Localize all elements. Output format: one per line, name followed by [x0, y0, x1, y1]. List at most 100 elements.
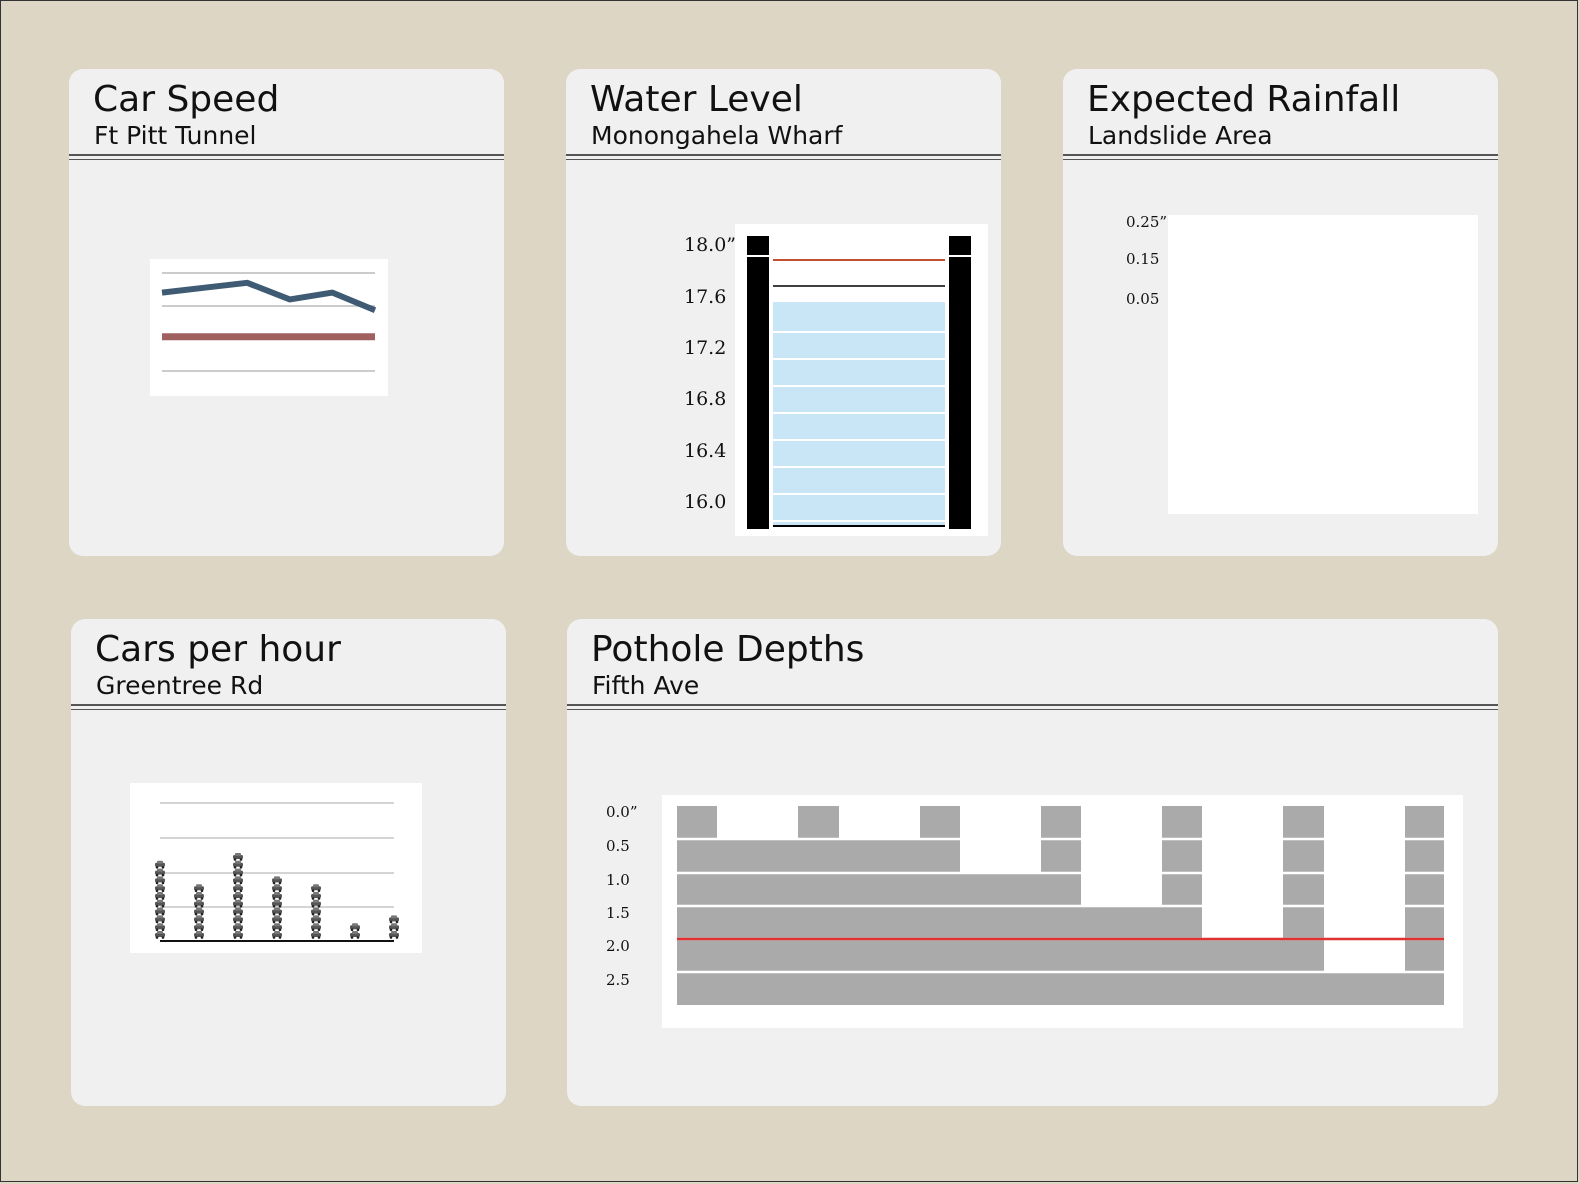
car-icon-roof — [274, 923, 280, 927]
title-rule — [71, 704, 506, 710]
car-wheel — [311, 889, 315, 892]
car-wheel — [317, 905, 321, 908]
car-icon-roof — [352, 923, 358, 927]
y-tick-label: 18.0” — [684, 234, 737, 256]
car-wheel — [239, 920, 243, 924]
car-icon-roof — [157, 868, 163, 872]
car-wheel — [272, 920, 276, 924]
car-wheel — [272, 928, 276, 931]
car-wheel — [272, 897, 276, 900]
car-icon-roof — [391, 931, 397, 934]
car-wheel — [161, 920, 165, 924]
car-wheel — [356, 928, 360, 931]
car-icon-roof — [313, 915, 319, 919]
car-wheel — [194, 897, 198, 900]
car-wheel — [389, 920, 393, 924]
car-wheel — [272, 912, 276, 916]
car-icon-roof — [235, 884, 241, 888]
car-wheel — [239, 905, 243, 908]
y-tick-label: 2.0 — [606, 937, 630, 955]
car-wheel — [278, 881, 282, 885]
car-icon-roof — [235, 931, 241, 934]
car-wheel — [155, 920, 159, 924]
car-stack-bar — [233, 853, 243, 939]
car-icon-roof — [235, 899, 241, 903]
cars-per-hour-chart — [155, 802, 399, 942]
car-icon-roof — [274, 899, 280, 903]
car-icon-roof — [157, 923, 163, 927]
y-tick-label: 17.2 — [684, 337, 727, 359]
car-stack-bar — [389, 915, 399, 939]
title-rule — [1063, 154, 1498, 160]
water-level-plot — [735, 224, 988, 536]
car-wheel — [155, 912, 159, 916]
car-icon-roof — [391, 915, 397, 919]
car-icon-roof — [235, 923, 241, 927]
cars-per-hour-plot — [130, 783, 422, 953]
car-icon-roof — [313, 884, 319, 888]
car-wheel — [233, 897, 237, 900]
car-speed-card: Car Speed Ft Pitt Tunnel — [69, 69, 504, 556]
y-tick-label: 0.15 — [1126, 250, 1160, 268]
car-wheel — [233, 905, 237, 908]
car-wheel — [239, 881, 243, 885]
car-wheel — [155, 897, 159, 900]
card-title: Expected Rainfall — [1087, 79, 1401, 120]
car-icon-roof — [235, 853, 241, 856]
y-tick-label: 0.0” — [606, 803, 638, 821]
car-wheel — [200, 936, 204, 939]
car-icon-roof — [196, 892, 202, 895]
title-rule — [566, 154, 1001, 160]
pothole-chart — [677, 806, 1444, 1005]
car-wheel — [155, 928, 159, 931]
card-subtitle: Monongahela Wharf — [591, 121, 843, 150]
car-icon-roof — [235, 860, 241, 864]
car-icon-roof — [274, 884, 280, 888]
car-icon-roof — [274, 931, 280, 934]
car-wheel — [350, 928, 354, 931]
car-wheel — [311, 897, 315, 900]
car-wheel — [395, 928, 399, 931]
car-icon-roof — [196, 915, 202, 919]
car-icon-roof — [157, 931, 163, 934]
car-wheel — [317, 912, 321, 916]
car-icon-roof — [157, 899, 163, 903]
y-tick-label: 0.25” — [1126, 213, 1168, 231]
y-tick-label: 1.0 — [606, 871, 630, 889]
car-icon-roof — [157, 907, 163, 911]
car-wheel — [239, 897, 243, 900]
car-wheel — [200, 889, 204, 892]
car-icon-roof — [313, 923, 319, 927]
water-level-chart — [747, 236, 971, 529]
car-wheel — [278, 912, 282, 916]
car-wheel — [395, 920, 399, 924]
car-icon-roof — [235, 907, 241, 911]
card-subtitle: Greentree Rd — [96, 671, 264, 700]
car-wheel — [161, 905, 165, 908]
car-icon-roof — [196, 899, 202, 903]
car-wheel — [155, 905, 159, 908]
car-icon-roof — [157, 884, 163, 888]
water-level-card: Water Level Monongahela Wharf 18.0” 17.6 1… — [566, 69, 1001, 556]
pothole-card: Pothole Depths Fifth Ave 0.0” 0.5 1.0 1.5 2.… — [567, 619, 1498, 1106]
car-icon-roof — [313, 907, 319, 911]
car-icon-roof — [196, 931, 202, 934]
car-wheel — [278, 928, 282, 931]
car-icon-roof — [157, 860, 163, 864]
car-wheel — [239, 889, 243, 892]
car-icon-roof — [313, 931, 319, 934]
car-wheel — [155, 936, 159, 939]
car-wheel — [278, 936, 282, 939]
cars-per-hour-card: Cars per hour Greentree Rd — [71, 619, 506, 1106]
car-wheel — [194, 889, 198, 892]
car-wheel — [350, 936, 354, 939]
car-wheel — [200, 897, 204, 900]
car-wheel — [317, 889, 321, 892]
car-wheel — [233, 881, 237, 885]
car-wheel — [194, 920, 198, 924]
car-wheel — [239, 858, 243, 861]
car-wheel — [200, 920, 204, 924]
car-wheel — [395, 936, 399, 939]
title-rule — [69, 154, 504, 160]
car-icon-roof — [274, 907, 280, 911]
